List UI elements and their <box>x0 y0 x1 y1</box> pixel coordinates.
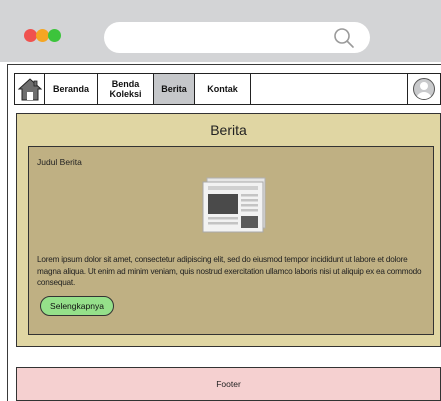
newspaper-icon <box>202 177 266 233</box>
section-title: Berita <box>210 122 247 138</box>
nav-item-benda-koleksi[interactable]: Benda Koleksi <box>98 74 154 104</box>
nav-item-kontak[interactable]: Kontak <box>195 74 251 104</box>
footer-label: Footer <box>216 379 241 389</box>
home-button[interactable] <box>15 74 45 104</box>
nav-item-label: Kontak <box>207 84 238 94</box>
profile-button[interactable] <box>408 74 440 104</box>
user-avatar-icon <box>413 78 435 100</box>
search-icon[interactable] <box>332 26 356 50</box>
home-icon <box>17 78 42 101</box>
news-title: Judul Berita <box>37 157 82 167</box>
news-excerpt: Lorem ipsum dolor sit amet, consectetur … <box>37 255 422 287</box>
browser-toolbar <box>0 0 441 62</box>
nav-item-label: Beranda <box>52 84 89 94</box>
address-bar[interactable] <box>104 22 370 53</box>
nav-item-beranda[interactable]: Beranda <box>45 74 98 104</box>
news-section: Berita Judul Berita Lorem ipsum dolor si… <box>16 113 441 347</box>
page-footer: Footer <box>16 367 441 401</box>
window-maximize-dot[interactable] <box>48 29 61 42</box>
nav-item-berita[interactable]: Berita <box>154 74 195 104</box>
nav-item-label: Berita <box>161 84 187 94</box>
nav-item-label: Benda Koleksi <box>109 79 142 99</box>
news-card: Judul Berita Lorem ipsum dolor sit amet,… <box>28 146 434 335</box>
read-more-button[interactable]: Selengkapnya <box>40 296 114 316</box>
nav-spacer <box>251 74 408 104</box>
main-navigation: Beranda Benda Koleksi Berita Kontak <box>14 73 441 105</box>
